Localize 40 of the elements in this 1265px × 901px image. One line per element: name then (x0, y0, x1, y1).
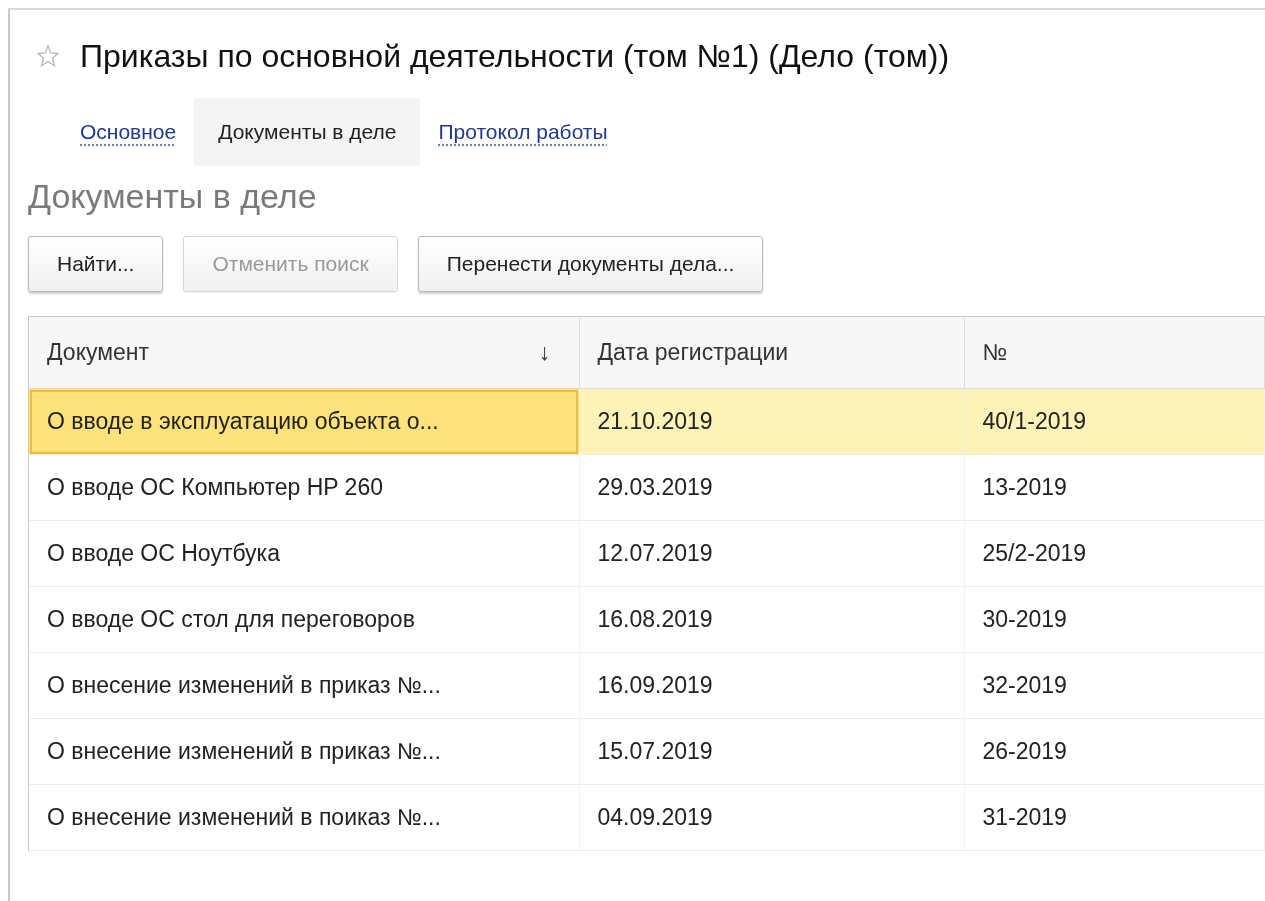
table-cell: 15.07.2019 (579, 718, 964, 785)
table-cell: 40/1-2019 (964, 388, 1265, 455)
column-label: Документ (47, 339, 150, 366)
table-row[interactable]: О внесение изменений в поиказ №... 04.09.2019 31-2019 (29, 784, 1265, 851)
section-title: Документы в деле (28, 176, 318, 217)
window-title: Приказы по основной деятельности (том №1) (Дело (том)) (80, 37, 950, 75)
column-header[interactable]: № (964, 317, 1265, 389)
table-row[interactable]: О вводе ОС Компьютер HP 260 29.03.2019 13-2019 (29, 454, 1265, 521)
table-cell: 30-2019 (964, 586, 1265, 653)
table-cell: О внесение изменений в приказ №... (29, 652, 579, 719)
sort-arrow-icon: ↓ (539, 339, 551, 366)
tab[interactable]: Протокол работы (426, 98, 620, 166)
table-cell: О внесение изменений в приказ №... (29, 718, 579, 785)
table-cell: 26-2019 (964, 718, 1265, 785)
table-cell: О вводе ОС Компьютер HP 260 (29, 454, 579, 521)
table-cell: О вводе в эксплуатацию объекта о... (29, 388, 579, 455)
table-cell: 21.10.2019 (579, 388, 964, 455)
table-cell: 04.09.2019 (579, 784, 964, 851)
star-icon[interactable] (36, 44, 60, 68)
table-cell: 13-2019 (964, 454, 1265, 521)
table-cell: 16.08.2019 (579, 586, 964, 653)
table-cell: 25/2-2019 (964, 520, 1265, 587)
toolbar-button[interactable]: Перенести документы дела... (417, 236, 764, 292)
table-row[interactable]: О внесение изменений в приказ №... 15.07.2019 26-2019 (29, 718, 1265, 785)
tab[interactable]: Документы в деле (194, 98, 421, 166)
tab[interactable]: Основное (60, 98, 189, 166)
table-cell: 16.09.2019 (579, 652, 964, 719)
table-cell: 31-2019 (964, 784, 1265, 851)
table-row[interactable]: О вводе в эксплуатацию объекта о... 21.10.2019 40/1-2019 (29, 388, 1265, 455)
table-row[interactable]: О вводе ОС стол для переговоров 16.08.2019 30-2019 (29, 586, 1265, 653)
table-cell: 29.03.2019 (579, 454, 964, 521)
table-cell: 32-2019 (964, 652, 1265, 719)
table-row[interactable]: О внесение изменений в приказ №... 16.09.2019 32-2019 (29, 652, 1265, 719)
toolbar-button[interactable]: Найти... (28, 236, 164, 292)
table-cell: 12.07.2019 (579, 520, 964, 587)
column-header[interactable]: Дата регистрации (579, 317, 964, 389)
table-cell: О внесение изменений в поиказ №... (29, 784, 579, 851)
table-row[interactable]: О вводе ОС Ноутбука 12.07.2019 25/2-2019 (29, 520, 1265, 587)
table-cell: О вводе ОС стол для переговоров (29, 586, 579, 653)
table-cell: О вводе ОС Ноутбука (29, 520, 579, 587)
